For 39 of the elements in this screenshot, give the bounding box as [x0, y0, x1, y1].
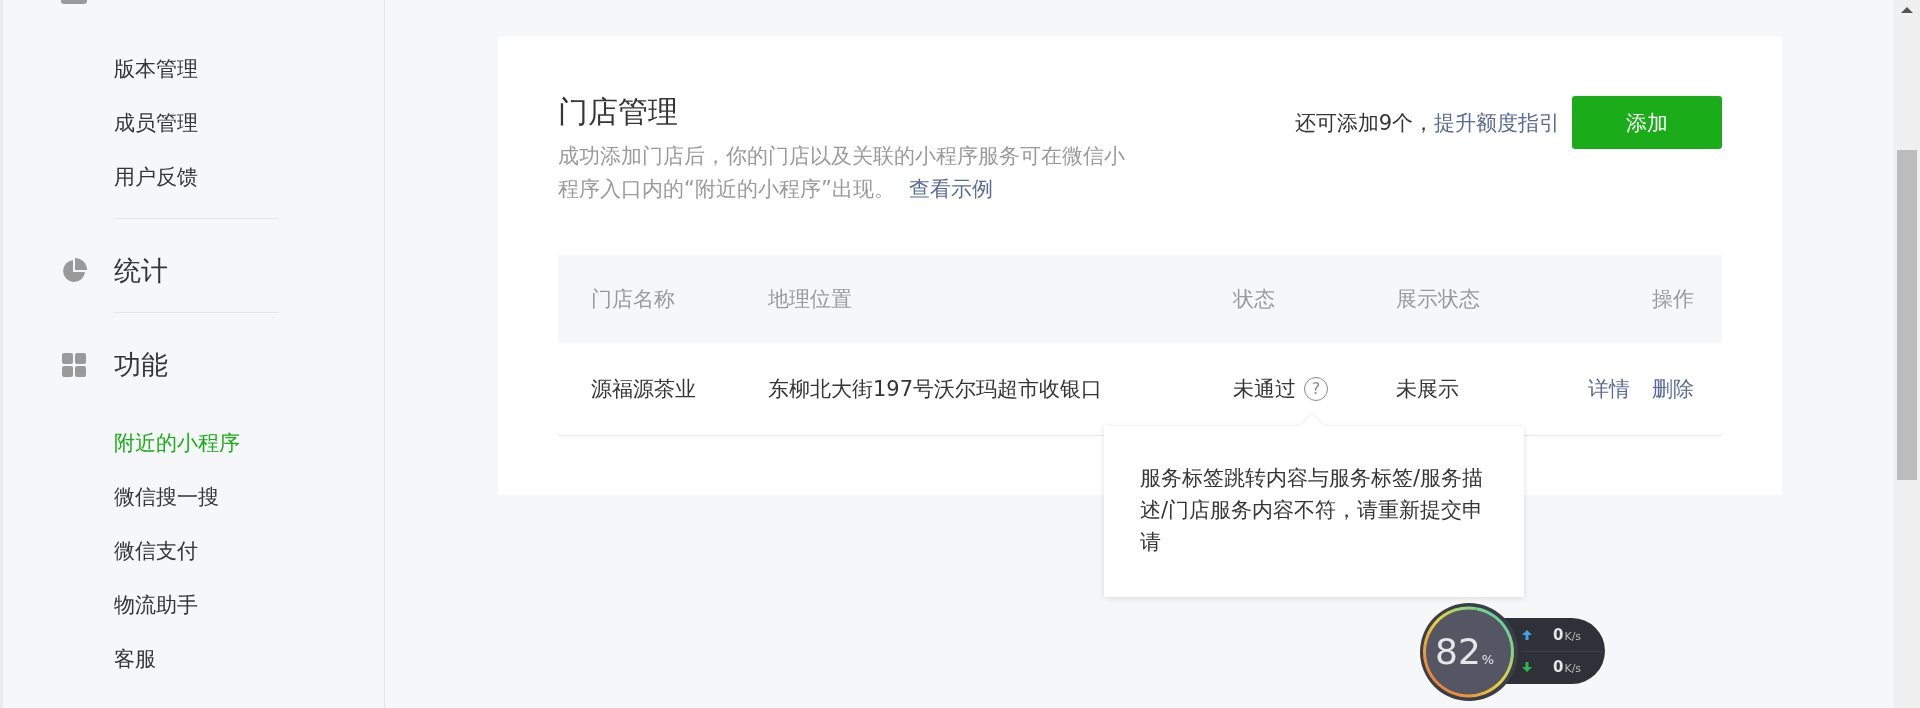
- quota-guide-link[interactable]: 提升额度指引: [1434, 108, 1560, 137]
- grid-icon: [60, 351, 88, 379]
- column-header: 展示状态: [1395, 286, 1480, 313]
- percent-value: 82: [1435, 632, 1481, 672]
- column-header: 门店名称: [590, 286, 675, 313]
- action-link[interactable]: 详情: [1588, 375, 1630, 403]
- sidebar-item[interactable]: 成员管理: [114, 96, 198, 150]
- percent-unit: %: [1481, 652, 1495, 667]
- sidebar-item[interactable]: 版本管理: [114, 42, 198, 96]
- column-header: 状态: [1232, 286, 1275, 313]
- speed-value: 0: [1553, 626, 1564, 644]
- column-header: 操作: [1652, 286, 1695, 313]
- section-heading: 统计: [114, 254, 168, 288]
- sidebar-item[interactable]: 微信支付: [114, 524, 198, 578]
- example-link[interactable]: 查看示例: [908, 177, 993, 201]
- section-heading: 功能: [114, 348, 168, 382]
- table-cell-text: 东柳北大街197号沃尔玛超市收银口: [767, 376, 1103, 403]
- scroll-up-icon: [1900, 6, 1914, 14]
- sidebar-item[interactable]: 用户反馈: [114, 150, 198, 204]
- speed-unit: K/s: [1564, 630, 1582, 643]
- pie-chart-icon: [60, 257, 88, 285]
- up-arrow-icon: [1521, 628, 1533, 642]
- page-title: 门店管理: [558, 93, 678, 131]
- tooltip-text: 服务标签跳转内容与服务标签/服务描述/门店服务内容不符，请重新提交申请: [1140, 465, 1485, 556]
- sidebar-item[interactable]: 微信搜一搜: [114, 470, 219, 524]
- speed-value: 0: [1553, 658, 1564, 676]
- scrollbar[interactable]: [1894, 0, 1920, 708]
- speed-unit: K/s: [1564, 662, 1582, 675]
- quota-text: 还可添加9个，: [1294, 109, 1434, 137]
- column-header: 地理位置: [767, 286, 852, 313]
- description-text: 成功添加门店后，你的门店以及关联的小程序服务可在微信小程序入口内的“附近的小程序”出现。 查看示例: [558, 143, 1126, 203]
- scrollbar-thumb[interactable]: [1897, 150, 1917, 480]
- table-cell-text: 未展示: [1395, 376, 1459, 403]
- sidebar-item[interactable]: 物流助手: [114, 578, 198, 632]
- table-cell-text: 源福源茶业: [590, 376, 696, 403]
- status-text: 未通过: [1233, 376, 1296, 403]
- sidebar-item[interactable]: 客服: [114, 632, 156, 686]
- down-arrow-icon: [1521, 660, 1533, 674]
- action-link[interactable]: 删除: [1652, 375, 1694, 403]
